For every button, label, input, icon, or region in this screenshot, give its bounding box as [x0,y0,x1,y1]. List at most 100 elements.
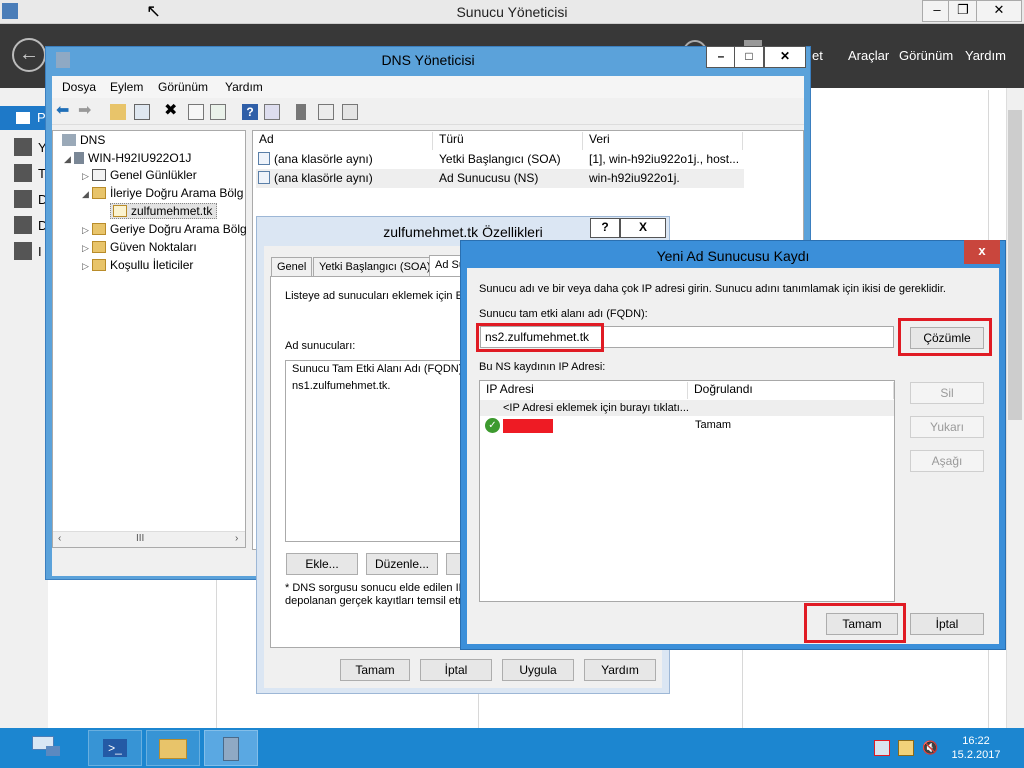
show-hide-tree-icon[interactable] [134,104,150,120]
add-button[interactable]: Ekle... [286,553,358,575]
record-type: Yetki Başlangıcı (SOA) [439,152,561,166]
maximize-button[interactable]: ❐ [948,0,978,22]
scroll-right-icon[interactable]: › [235,533,238,544]
dns-icon [62,134,76,146]
help-button[interactable]: ? [590,218,620,238]
dns-close-button[interactable]: ✕ [764,46,806,68]
all-servers-icon[interactable] [14,164,32,182]
column-header-type[interactable]: Türü [433,132,583,150]
menu-help[interactable]: Yardım [225,80,263,94]
tree-item-conditional-forwarders[interactable]: ▷ Koşullu İleticiler [82,258,193,272]
delete-button[interactable]: Sil [910,382,984,404]
dns-minimize-button[interactable]: – [706,46,736,68]
taskbar-dns-manager[interactable] [204,730,258,766]
menu-view[interactable]: Görünüm [899,48,953,63]
tree-item-reverse-zones[interactable]: ▷ Geriye Doğru Arama Bölg [82,222,247,236]
collapse-icon[interactable]: ◢ [82,189,92,200]
tab-general[interactable]: Genel [271,257,313,277]
start-grid-icon [46,746,60,756]
move-down-button[interactable]: Aşağı [910,450,984,472]
expand-icon[interactable]: ▷ [82,261,92,272]
ns-column-header[interactable]: Sunucu Tam Etki Alanı Adı (FQDN) [292,363,462,375]
tree-item-global-logs[interactable]: ▷ Genel Günlükler [82,168,197,182]
column-header-name[interactable]: Ad [253,132,433,150]
tree-horizontal-scrollbar[interactable] [53,531,245,547]
column-header-data[interactable]: Veri [583,132,743,150]
tree-item-forward-zones[interactable]: ◢ İleriye Doğru Arama Bölg [82,186,243,200]
export-list-icon[interactable] [210,104,226,120]
menu-file[interactable]: Dosya [62,80,96,94]
forward-icon[interactable]: ➡ [78,103,94,120]
list-icon[interactable] [318,104,334,120]
delete-icon[interactable]: ✖ [164,103,180,120]
new-ns-cancel-button[interactable]: İptal [910,613,984,635]
dns-maximize-button[interactable]: □ [734,46,764,68]
menu-manage[interactable]: et [812,48,823,63]
ok-button[interactable]: Tamam [340,659,410,681]
menu-view[interactable]: Görünüm [158,80,208,94]
expand-icon[interactable]: ▷ [82,243,92,254]
properties-icon[interactable] [188,104,204,120]
table-row[interactable]: (ana klasörle aynı) Ad Sunucusu (NS) win… [256,169,744,188]
menu-tools[interactable]: Araçlar [848,48,889,63]
dns-icon [223,737,239,761]
help-dialog-button[interactable]: Yardım [584,659,656,681]
dns-role-icon[interactable] [14,190,32,208]
tree-item-label: Geriye Doğru Arama Bölg [110,222,247,236]
tree-item-server[interactable]: ◢ WIN-H92IU922O1J [64,151,191,165]
menu-help[interactable]: Yardım [965,48,1006,63]
tile-divider [742,650,743,728]
mmc-icon[interactable] [264,104,280,120]
tile-divider [478,690,479,728]
fqdn-label: Sunucu tam etki alanı adı (FQDN): [479,308,648,320]
highlight-ok [804,603,906,643]
file-services-icon[interactable] [14,216,32,234]
scroll-left-icon[interactable]: ‹ [58,533,61,544]
edit-button[interactable]: Düzenle... [366,553,438,575]
move-up-button[interactable]: Yukarı [910,416,984,438]
taskbar-file-explorer[interactable] [146,730,200,766]
back-icon[interactable]: ⬅ [56,103,72,120]
tree-item-zone-zulfumehmet[interactable]: zulfumehmet.tk [110,203,218,219]
folder-icon [92,241,106,253]
record-name: (ana klasörle aynı) [274,171,373,185]
column-header-validated[interactable]: Doğrulandı [688,382,894,399]
zone-icon [113,205,127,217]
expand-icon[interactable]: ▷ [82,171,92,182]
network-warning-icon[interactable] [874,740,890,756]
taskbar-clock[interactable]: 16:22 15.2.2017 [948,734,1004,762]
tree-item-label: DNS [80,133,106,147]
tree-item-dns[interactable]: DNS [62,133,105,147]
menu-action[interactable]: Eylem [110,80,143,94]
tree-item-trust-points[interactable]: ▷ Güven Noktaları [82,240,197,254]
up-folder-icon[interactable] [110,104,126,120]
start-button[interactable] [28,732,64,764]
table-row[interactable]: (ana klasörle aynı) Yetki Başlangıcı (SO… [258,152,744,170]
folder-icon [92,223,106,235]
records-icon[interactable] [342,104,358,120]
scrollbar-grip[interactable]: III [136,533,144,544]
close-button[interactable]: ✕ [976,0,1022,22]
main-scrollbar-thumb[interactable] [1008,110,1022,420]
list-item[interactable]: ns1.zulfumehmet.tk. [292,380,390,392]
help-icon[interactable]: ? [242,104,258,120]
column-header-ip[interactable]: IP Adresi [480,382,688,399]
record-icon [258,171,270,184]
new-ns-close-button[interactable]: x [964,240,1000,264]
local-server-icon[interactable] [14,138,32,156]
ip-add-hint[interactable]: <IP Adresi eklemek için burayı tıklatı..… [503,402,689,414]
server-manager-sidebar [0,88,48,728]
cancel-button[interactable]: İptal [420,659,492,681]
volume-muted-icon[interactable]: 🔇 [922,740,938,756]
server-icon[interactable] [296,104,306,120]
dns-manager-title: DNS Yöneticisi [381,52,475,68]
collapse-icon[interactable]: ◢ [64,154,74,165]
apply-button[interactable]: Uygula [502,659,574,681]
back-arrow-icon[interactable]: ← [12,38,46,72]
tab-soa[interactable]: Yetki Başlangıcı (SOA) [313,257,437,277]
properties-close-button[interactable]: X [620,218,666,238]
iis-icon[interactable] [14,242,32,260]
expand-icon[interactable]: ▷ [82,225,92,236]
taskbar-powershell[interactable]: >_ [88,730,142,766]
action-center-icon[interactable] [898,740,914,756]
